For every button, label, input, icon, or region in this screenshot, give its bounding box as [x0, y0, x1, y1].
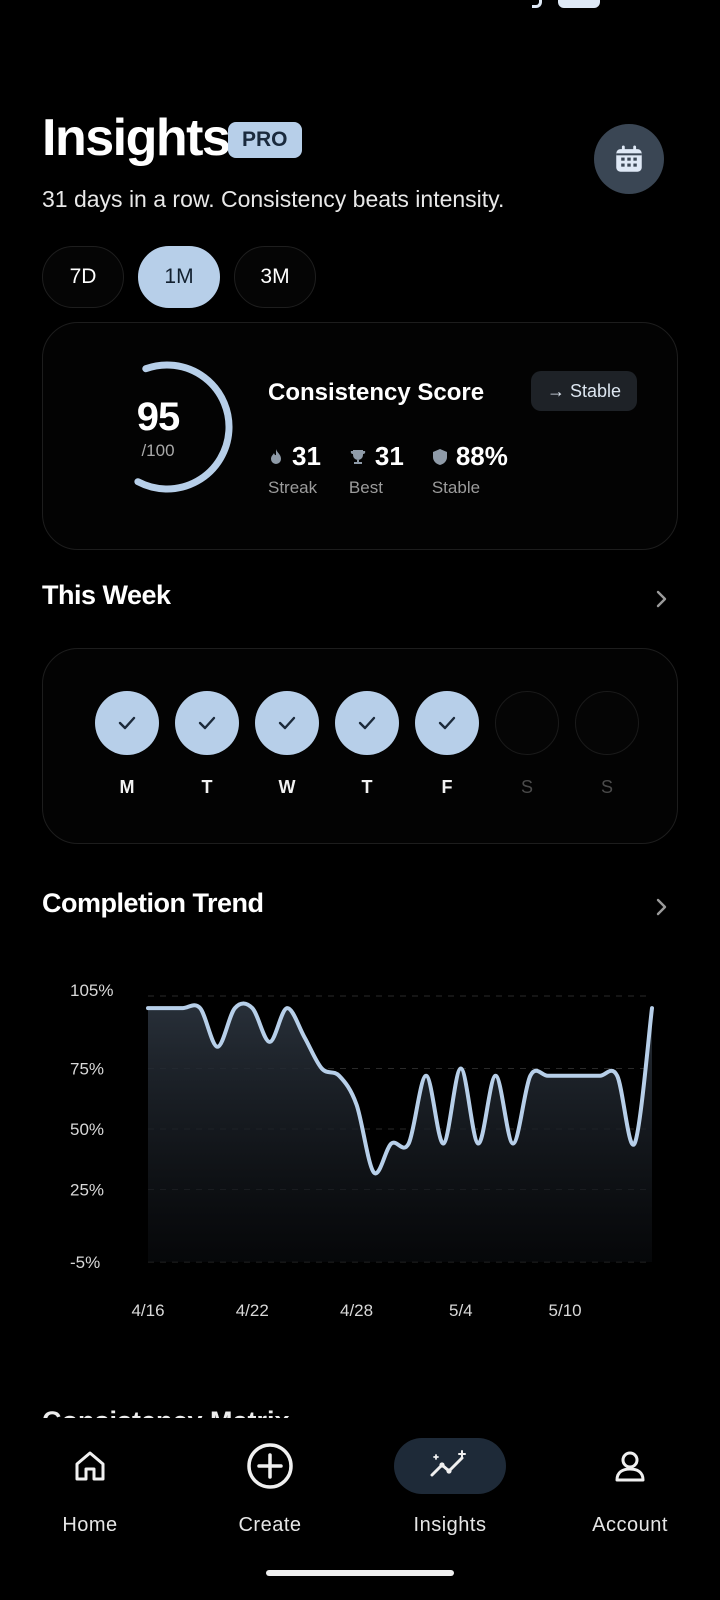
trophy-icon [350, 449, 366, 464]
day-wed[interactable]: W [247, 691, 327, 798]
day-sat[interactable]: S [487, 691, 567, 798]
nav-create[interactable]: Create [200, 1418, 340, 1537]
page-title: Insights [42, 109, 231, 167]
y-tick-label: 75% [70, 1060, 104, 1079]
y-tick-label: -5% [70, 1253, 100, 1272]
nav-insights-label: Insights [413, 1514, 487, 1536]
this-week-card: M T W T F S S [42, 648, 678, 844]
day-label: F [441, 777, 453, 797]
pro-badge: PRO [228, 122, 302, 158]
nav-home-label: Home [62, 1514, 118, 1536]
score-stats: 31 Streak 31 Best 88% Stable [268, 441, 536, 498]
status-chip: → Stable [531, 371, 638, 411]
calendar-button[interactable] [594, 124, 664, 194]
completion-trend-chevron-icon[interactable] [650, 896, 672, 918]
stat-stable-value: 88% [455, 441, 508, 471]
score-max: /100 [141, 441, 175, 460]
nav-account-label: Account [592, 1514, 668, 1536]
nav-active-indicator [394, 1438, 506, 1494]
nav-home[interactable]: Home [20, 1418, 160, 1537]
day-fri[interactable]: F [407, 691, 487, 798]
week-days: M T W T F S S [87, 691, 647, 798]
nav-account[interactable]: Account [560, 1418, 700, 1537]
stat-best-value: 31 [374, 441, 404, 471]
nav-insights[interactable]: Insights [380, 1418, 520, 1537]
status-pill [558, 0, 600, 8]
x-tick-label: 5/10 [549, 1301, 582, 1320]
flame-icon [271, 448, 281, 464]
score-ring: 95 /100 [99, 359, 235, 495]
day-label: W [278, 777, 296, 797]
shield-icon [432, 448, 447, 465]
check-icon [198, 716, 216, 730]
day-check-circle [415, 691, 479, 755]
day-check-circle [95, 691, 159, 755]
home-indicator [266, 1570, 454, 1576]
stat-streak-value: 31 [292, 441, 321, 471]
x-tick-label: 4/28 [340, 1301, 373, 1320]
completion-trend-title: Completion Trend [42, 888, 264, 918]
day-label: M [119, 777, 135, 797]
subtitle: 31 days in a row. Consistency beats inte… [42, 186, 505, 212]
range-tab-7d[interactable]: 7D [42, 246, 124, 308]
range-tabs: 7D 1M 3M [42, 246, 316, 308]
stat-best-label: Best [348, 478, 383, 497]
this-week-title: This Week [42, 580, 171, 610]
user-icon [615, 1451, 645, 1482]
check-icon [438, 716, 456, 730]
range-tab-1m[interactable]: 1M [138, 246, 220, 308]
day-empty-circle [575, 691, 639, 755]
stat-streak: 31 Streak [268, 441, 321, 498]
stat-stable: 88% Stable [432, 441, 508, 498]
home-icon [75, 1451, 105, 1481]
day-empty-circle [495, 691, 559, 755]
day-label: S [520, 777, 533, 797]
day-sun[interactable]: S [567, 691, 647, 798]
stat-stable-label: Stable [431, 478, 481, 497]
x-tick-label: 4/16 [131, 1301, 164, 1320]
consistency-score-card[interactable]: 95 /100 Consistency Score → Stable 31 St… [42, 322, 678, 550]
score-value: 95 [136, 395, 181, 439]
day-check-circle [335, 691, 399, 755]
day-tue[interactable]: T [167, 691, 247, 798]
calendar-icon [616, 145, 642, 172]
day-label: S [600, 777, 613, 797]
day-mon[interactable]: M [87, 691, 167, 798]
range-tab-3m[interactable]: 3M [234, 246, 316, 308]
status-bar [0, 0, 720, 20]
day-check-circle [255, 691, 319, 755]
x-tick-label: 4/22 [236, 1301, 269, 1320]
x-tick-label: 5/4 [449, 1301, 473, 1320]
check-icon [278, 716, 296, 730]
nav-create-label: Create [238, 1514, 302, 1536]
y-tick-label: 50% [70, 1120, 104, 1139]
sparkline-icon [430, 1450, 466, 1477]
y-tick-label: 105% [70, 981, 113, 1000]
consistency-matrix-title-text: Consistency Matrix [42, 1406, 342, 1418]
day-label: T [201, 777, 213, 797]
score-title: Consistency Score [268, 379, 485, 406]
stat-best: 31 Best [349, 441, 404, 498]
day-thu[interactable]: T [327, 691, 407, 798]
day-check-circle [175, 691, 239, 755]
check-icon [118, 716, 136, 730]
consistency-matrix-title: Consistency Matrix [42, 1400, 342, 1418]
status-glyph [532, 0, 542, 8]
completion-trend-chart[interactable]: 105% 75% 50% 25% -5% 4/16 4/22 4/28 5/4 5/10 [0, 960, 720, 1340]
stat-streak-label: Streak [268, 478, 318, 497]
day-label: T [361, 777, 373, 797]
check-icon [358, 716, 376, 730]
this-week-chevron-icon[interactable] [650, 588, 672, 610]
plus-circle-icon [247, 1443, 293, 1489]
y-tick-label: 25% [70, 1180, 104, 1199]
